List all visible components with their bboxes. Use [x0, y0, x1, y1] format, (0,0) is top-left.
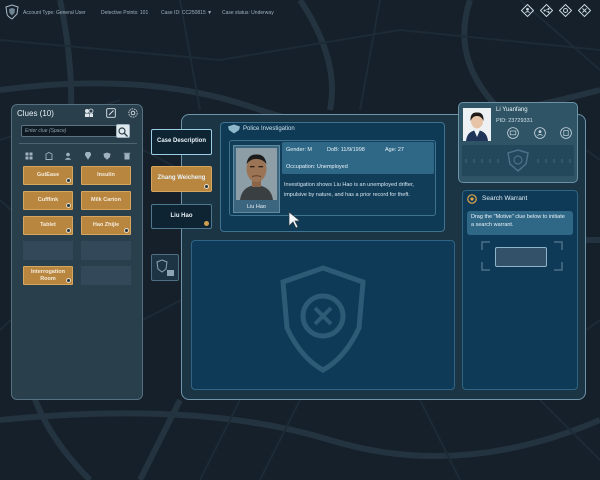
clue-card-cufflink[interactable]: Cufflink	[23, 191, 73, 210]
account-type-label: Account Type: General User	[23, 10, 86, 16]
investigation-description: Investigation shows Liu Hao is an unempl…	[284, 182, 414, 198]
trash-icon[interactable]	[123, 152, 131, 160]
clue-filter-row	[19, 152, 137, 162]
location-icon[interactable]	[84, 152, 92, 160]
edit-icon[interactable]	[106, 108, 116, 118]
database-icon[interactable]	[560, 127, 572, 139]
cursor-icon	[288, 211, 301, 229]
occupation-field: Occupation: Unemployed	[286, 164, 348, 170]
police-logo-icon	[5, 4, 19, 20]
clue-search-button[interactable]	[116, 124, 130, 138]
search-warrant-hint: Drag the "Motive" clue below to initiate…	[467, 211, 573, 235]
gear-icon[interactable]	[128, 108, 138, 118]
top-status-bar: Account Type: General User Detective Poi…	[0, 0, 600, 26]
case-file-tab[interactable]	[151, 254, 179, 281]
clue-tag-icon	[66, 228, 71, 233]
exit-icon[interactable]	[578, 4, 591, 17]
add-icon[interactable]	[84, 108, 94, 118]
case-id-dropdown[interactable]: Case ID: CC250815 ▼	[161, 10, 212, 16]
person-icon[interactable]	[64, 152, 72, 160]
clue-card-milk-carton[interactable]: Milk Carton	[81, 191, 131, 210]
grid-icon[interactable]	[25, 152, 33, 160]
clue-card-interrogation-room[interactable]: Interrogation Room	[23, 266, 73, 285]
dob-field: DoB: 11/9/1998	[327, 147, 365, 153]
clue-tag-icon	[66, 278, 71, 283]
tab-liu-hao[interactable]: Liu Hao	[151, 204, 212, 229]
investigation-title: Police Investigation	[243, 126, 295, 132]
suspect-photo-name: Liu Hao	[247, 204, 266, 210]
clue-card-insulin[interactable]: Insulin	[81, 166, 131, 185]
case-status-label: Case status: Underway	[222, 10, 274, 16]
shield-icon[interactable]	[103, 152, 111, 160]
tab-tag-icon	[204, 184, 209, 189]
age-field: Age: 27	[385, 147, 404, 153]
clue-card-tablet[interactable]: Tablet	[23, 216, 73, 235]
tab-zhang-weicheng[interactable]: Zhang Weicheng	[151, 166, 212, 192]
clue-search-input[interactable]	[21, 125, 124, 137]
message-icon[interactable]	[507, 127, 519, 139]
officer-pid: PID: 23729331	[496, 118, 533, 124]
profile-icon[interactable]	[521, 4, 534, 17]
suspect-photo	[236, 148, 277, 200]
clue-slot-empty	[23, 241, 73, 260]
tab-case-description[interactable]: Case Description	[151, 129, 212, 155]
clue-tag-icon	[66, 203, 71, 208]
barcode-shield-icon	[465, 149, 571, 172]
gender-field: Gender: M	[286, 147, 312, 153]
tab-tag-icon	[204, 221, 209, 226]
settings-icon[interactable]	[559, 4, 572, 17]
search-warrant-title: Search Warrant	[482, 195, 528, 202]
officer-card-footer	[462, 145, 574, 176]
officer-name: Li Yuanfang	[496, 107, 528, 113]
police-badge-icon	[228, 124, 240, 134]
detective-points-label: Detective Points: 101	[101, 10, 149, 16]
police-shield-watermark-icon	[280, 265, 366, 373]
clue-slot-empty	[81, 241, 131, 260]
clue-tag-icon	[124, 228, 129, 233]
warrant-clue-slot[interactable]	[495, 247, 547, 267]
user-icon[interactable]	[534, 127, 546, 139]
officer-avatar	[463, 108, 491, 141]
clue-tag-icon	[66, 178, 71, 183]
search-icon	[118, 127, 128, 137]
network-icon[interactable]	[540, 4, 553, 17]
clues-divider	[19, 143, 137, 144]
clue-slot-empty	[81, 266, 131, 285]
clue-card-gutease[interactable]: GutEase	[23, 166, 73, 185]
clue-card-hao-zhijie[interactable]: Hao Zhijie	[81, 216, 131, 235]
shield-document-icon	[156, 259, 174, 276]
clues-title: Clues (10)	[17, 109, 54, 118]
target-icon	[467, 194, 477, 204]
building-icon[interactable]	[45, 152, 53, 160]
